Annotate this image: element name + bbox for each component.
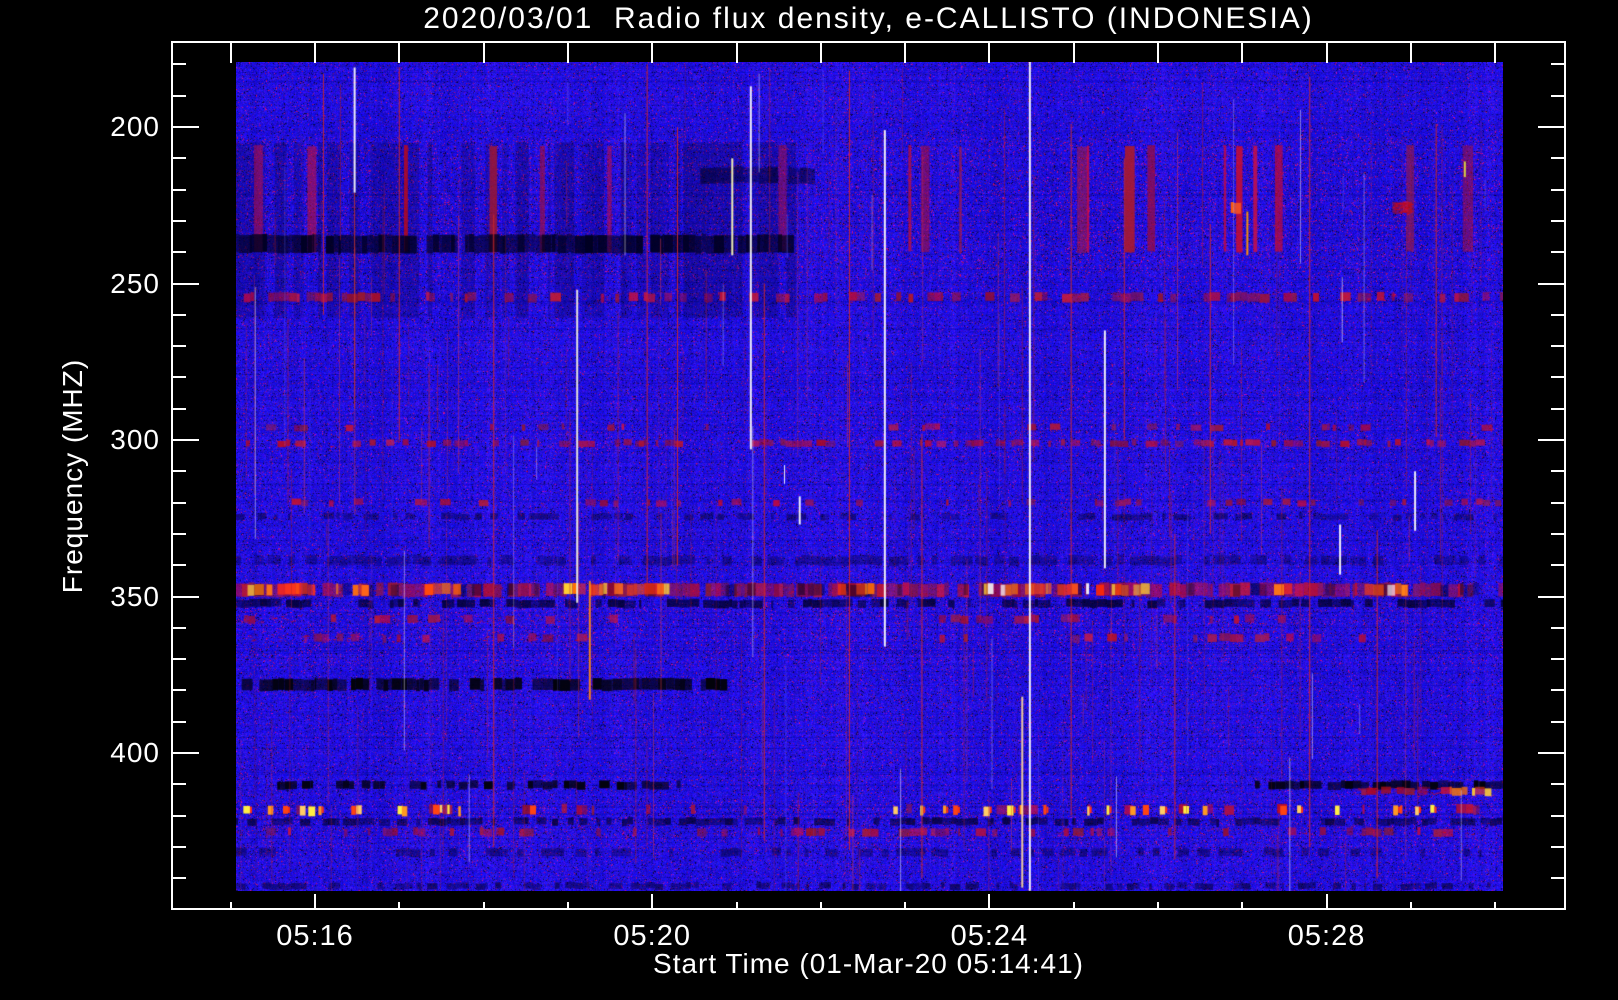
x-tick-top: [482, 43, 485, 63]
y-minor-tick-right: [1551, 219, 1564, 222]
y-minor-tick-left: [173, 689, 186, 692]
y-minor-tick-left: [173, 313, 186, 316]
x-minor-tick-bottom: [566, 902, 569, 910]
y-minor-tick-right: [1551, 814, 1564, 817]
y-major-tick-right: [1538, 439, 1564, 441]
x-axis-title: Start Time (01-Mar-20 05:14:41): [653, 948, 1084, 979]
y-major-tick-right: [1538, 752, 1564, 754]
x-tick-top: [314, 43, 316, 63]
y-major-tick-right: [1538, 282, 1564, 285]
y-major-tick-left: [173, 595, 199, 598]
x-tick-top: [735, 43, 738, 63]
y-minor-tick-left: [173, 877, 186, 880]
y-minor-tick-right: [1551, 470, 1564, 473]
y-minor-tick-right: [1551, 720, 1564, 723]
y-major-tick-left: [173, 752, 199, 754]
x-tick-top: [1325, 43, 1328, 63]
y-major-tick-left: [173, 439, 199, 441]
x-tick-top: [819, 43, 822, 63]
y-minor-tick-right: [1551, 658, 1564, 661]
y-minor-tick-right: [1551, 345, 1564, 348]
x-tick-top: [566, 43, 569, 63]
x-tick-top: [398, 43, 401, 63]
y-minor-tick-right: [1551, 877, 1564, 880]
x-tick-top: [1409, 43, 1412, 63]
y-minor-tick-right: [1551, 376, 1564, 379]
y-minor-tick-left: [173, 814, 186, 817]
x-tick-top: [904, 43, 907, 63]
y-tick-label: 200: [110, 111, 160, 142]
y-minor-tick-right: [1551, 407, 1564, 410]
x-minor-tick-bottom: [229, 902, 232, 910]
y-major-tick-left: [173, 126, 199, 128]
x-minor-tick-bottom: [735, 902, 738, 910]
y-minor-tick-left: [173, 94, 186, 97]
x-minor-tick-bottom: [1072, 902, 1075, 910]
y-minor-tick-left: [173, 626, 186, 629]
y-minor-tick-right: [1551, 188, 1564, 191]
y-minor-tick-right: [1551, 313, 1564, 316]
y-minor-tick-right: [1551, 251, 1564, 254]
y-minor-tick-left: [173, 470, 186, 473]
y-minor-tick-left: [173, 63, 186, 66]
y-minor-tick-left: [173, 532, 186, 535]
y-minor-tick-left: [173, 564, 186, 567]
x-tick-top: [988, 43, 991, 63]
y-minor-tick-right: [1551, 845, 1564, 848]
y-tick-label: 250: [110, 267, 160, 299]
x-minor-tick-bottom: [1494, 902, 1497, 910]
x-minor-tick-bottom: [482, 902, 485, 910]
x-tick-top: [1494, 43, 1497, 63]
y-minor-tick-left: [173, 845, 186, 848]
x-minor-tick-bottom: [904, 902, 907, 910]
y-minor-tick-right: [1551, 626, 1564, 629]
x-minor-tick-bottom: [1409, 902, 1412, 910]
y-minor-tick-left: [173, 783, 186, 786]
y-major-tick-left: [173, 282, 199, 285]
x-tick-top: [651, 43, 654, 63]
y-minor-tick-right: [1551, 532, 1564, 535]
x-tick-top: [229, 43, 232, 63]
y-major-tick-right: [1538, 595, 1564, 598]
x-tick-top: [1157, 43, 1159, 63]
y-minor-tick-left: [173, 345, 186, 348]
y-minor-tick-left: [173, 376, 186, 379]
y-major-tick-right: [1538, 126, 1564, 128]
y-minor-tick-right: [1551, 564, 1564, 567]
x-major-tick-bottom: [314, 894, 316, 910]
y-tick-label: 400: [110, 737, 160, 768]
spectrogram-page: 2020/03/01 Radio flux density, e-CALLIST…: [0, 0, 1618, 1000]
x-minor-tick-bottom: [1241, 902, 1244, 910]
y-minor-tick-left: [173, 720, 186, 723]
y-minor-tick-left: [173, 658, 186, 661]
y-minor-tick-right: [1551, 63, 1564, 66]
y-minor-tick-right: [1551, 501, 1564, 504]
y-minor-tick-left: [173, 219, 186, 222]
y-minor-tick-right: [1551, 157, 1564, 160]
y-minor-tick-left: [173, 407, 186, 410]
plot-title: 2020/03/01 Radio flux density, e-CALLIST…: [423, 2, 1314, 35]
y-minor-tick-left: [173, 188, 186, 191]
y-minor-tick-left: [173, 157, 186, 160]
y-minor-tick-right: [1551, 783, 1564, 786]
x-minor-tick-bottom: [819, 902, 822, 910]
x-major-tick-bottom: [988, 894, 991, 910]
x-major-tick-bottom: [651, 894, 654, 910]
x-minor-tick-bottom: [1157, 902, 1159, 910]
y-minor-tick-right: [1551, 689, 1564, 692]
x-tick-top: [1072, 43, 1075, 63]
spectrogram-canvas: [236, 62, 1503, 891]
x-major-tick-bottom: [1325, 894, 1328, 910]
y-minor-tick-left: [173, 501, 186, 504]
y-minor-tick-right: [1551, 94, 1564, 97]
y-axis-title: Frequency (MHZ): [57, 358, 88, 594]
x-minor-tick-bottom: [398, 902, 401, 910]
x-tick-top: [1241, 43, 1244, 63]
y-minor-tick-left: [173, 251, 186, 254]
